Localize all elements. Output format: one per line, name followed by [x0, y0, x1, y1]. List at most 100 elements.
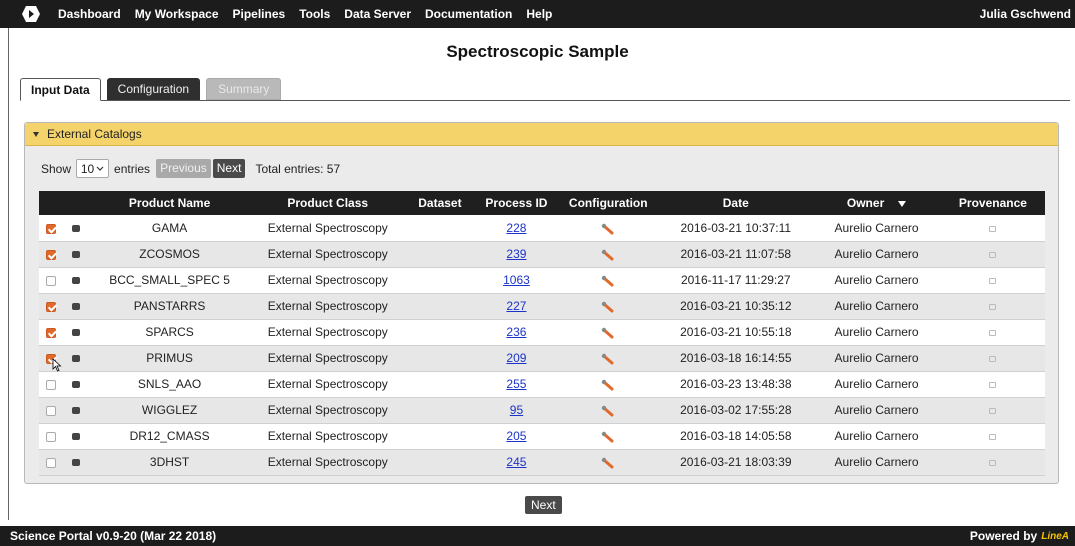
header-date[interactable]: Date — [659, 191, 813, 215]
nav-documentation[interactable]: Documentation — [425, 7, 512, 21]
process-id-link[interactable]: 239 — [506, 247, 526, 261]
provenance-icon[interactable] — [989, 225, 997, 232]
header-provenance[interactable]: Provenance — [940, 191, 1045, 215]
provenance-icon[interactable] — [989, 329, 997, 336]
table-row[interactable]: ZCOSMOS External Spectroscopy 239 2016-03-2… — [39, 241, 1045, 268]
next-button[interactable]: Next — [212, 159, 246, 178]
row-checkbox[interactable] — [46, 431, 57, 442]
process-id-cell: 205 — [475, 423, 558, 450]
home-logo-icon[interactable] — [18, 0, 44, 28]
dataset-cell — [404, 241, 476, 268]
provenance-icon[interactable] — [989, 355, 997, 362]
provenance-icon[interactable] — [989, 459, 997, 466]
table-row[interactable]: BCC_SMALL_SPEC 5 External Spectroscopy 106… — [39, 267, 1045, 294]
configuration-cell — [557, 319, 660, 346]
product-name-cell: DR12_CMASS — [87, 423, 252, 450]
process-id-link[interactable]: 236 — [506, 325, 526, 339]
product-class-cell: External Spectroscopy — [251, 449, 405, 476]
wrench-icon[interactable] — [601, 379, 615, 391]
provenance-icon[interactable] — [989, 381, 997, 388]
table-row[interactable]: PRIMUS External Spectroscopy 209 2016-03-18… — [39, 345, 1045, 372]
bottom-next-button[interactable]: Next — [525, 496, 562, 514]
wrench-icon[interactable] — [601, 275, 615, 287]
process-id-link[interactable]: 1063 — [503, 273, 530, 287]
provenance-icon[interactable] — [989, 433, 997, 440]
process-id-link[interactable]: 245 — [506, 455, 526, 469]
header-configuration[interactable]: Configuration — [557, 191, 660, 215]
nav-tools[interactable]: Tools — [299, 7, 330, 21]
wrench-icon[interactable] — [601, 327, 615, 339]
left-divider — [8, 28, 9, 520]
configuration-cell — [557, 241, 660, 268]
table-row[interactable]: SNLS_AAO External Spectroscopy 255 2016-03-… — [39, 371, 1045, 398]
external-catalogs-panel: External Catalogs Show 10 entries Previo… — [24, 122, 1059, 484]
table-row[interactable]: WIGGLEZ External Spectroscopy 95 2016-03-02… — [39, 397, 1045, 424]
user-menu[interactable]: Julia Gschwend — [980, 7, 1071, 21]
row-checkbox[interactable] — [46, 327, 57, 338]
nav-data-server[interactable]: Data Server — [344, 7, 411, 21]
provenance-cell — [940, 397, 1045, 424]
provenance-icon[interactable] — [989, 277, 997, 284]
row-icon-cell — [63, 241, 88, 268]
nav-help[interactable]: Help — [526, 7, 552, 21]
process-id-link[interactable]: 205 — [506, 429, 526, 443]
row-select-cell — [39, 215, 64, 242]
wrench-icon[interactable] — [601, 223, 615, 235]
provenance-icon[interactable] — [989, 251, 997, 258]
wrench-icon[interactable] — [601, 457, 615, 469]
process-id-link[interactable]: 209 — [506, 351, 526, 365]
nav-dashboard[interactable]: Dashboard — [58, 7, 121, 21]
table-row[interactable]: GAMA External Spectroscopy 228 2016-03-21 1… — [39, 215, 1045, 242]
owner-cell: Aurelio Carnero — [812, 345, 941, 372]
provenance-icon[interactable] — [989, 303, 997, 310]
tab-configuration[interactable]: Configuration — [106, 78, 201, 100]
table-row[interactable]: DR12_CMASS External Spectroscopy 205 2016-0… — [39, 423, 1045, 450]
header-owner[interactable]: Owner — [812, 191, 941, 215]
header-process-id[interactable]: Process ID — [475, 191, 558, 215]
row-checkbox[interactable] — [46, 457, 57, 468]
header-dataset[interactable]: Dataset — [404, 191, 476, 215]
wrench-icon[interactable] — [601, 249, 615, 261]
wrench-icon[interactable] — [601, 405, 615, 417]
process-id-link[interactable]: 95 — [510, 403, 523, 417]
tab-input-data[interactable]: Input Data — [20, 78, 101, 101]
header-product-name[interactable]: Product Name — [87, 191, 252, 215]
process-id-link[interactable]: 255 — [506, 377, 526, 391]
provenance-cell — [940, 267, 1045, 294]
dataset-cell — [404, 371, 476, 398]
tabs-divider — [20, 100, 1070, 101]
process-id-link[interactable]: 228 — [506, 221, 526, 235]
panel-header[interactable]: External Catalogs — [25, 123, 1058, 146]
catalog-icon — [71, 355, 80, 363]
wrench-icon[interactable] — [601, 353, 615, 365]
row-checkbox[interactable] — [46, 249, 57, 260]
entries-select[interactable]: 10 — [76, 159, 110, 178]
table-row[interactable]: 3DHST External Spectroscopy 245 2016-03-21 … — [39, 449, 1045, 476]
table-row[interactable]: PANSTARRS External Spectroscopy 227 2016-03… — [39, 293, 1045, 320]
provenance-icon[interactable] — [989, 407, 997, 414]
process-id-cell: 255 — [475, 371, 558, 398]
previous-button[interactable]: Previous — [156, 159, 211, 178]
process-id-cell: 236 — [475, 319, 558, 346]
row-checkbox[interactable] — [46, 223, 57, 234]
wrench-icon[interactable] — [601, 301, 615, 313]
provenance-cell — [940, 293, 1045, 320]
header-icon-col — [63, 191, 88, 215]
table-row[interactable]: SPARCS External Spectroscopy 236 2016-03-21… — [39, 319, 1045, 346]
header-product-class[interactable]: Product Class — [251, 191, 405, 215]
linea-logo[interactable]: LineA — [1041, 531, 1069, 542]
wrench-icon[interactable] — [601, 431, 615, 443]
nav-pipelines[interactable]: Pipelines — [233, 7, 286, 21]
row-checkbox[interactable] — [46, 379, 57, 390]
product-name-cell: 3DHST — [87, 449, 252, 476]
dataset-cell — [404, 267, 476, 294]
row-checkbox[interactable] — [46, 301, 57, 312]
total-entries: Total entries: 57 — [255, 161, 341, 176]
owner-cell: Aurelio Carnero — [812, 293, 941, 320]
row-checkbox[interactable] — [46, 275, 57, 286]
row-select-cell — [39, 293, 64, 320]
process-id-link[interactable]: 227 — [506, 299, 526, 313]
row-icon-cell — [63, 215, 88, 242]
row-checkbox[interactable] — [46, 405, 57, 416]
nav-my-workspace[interactable]: My Workspace — [135, 7, 219, 21]
